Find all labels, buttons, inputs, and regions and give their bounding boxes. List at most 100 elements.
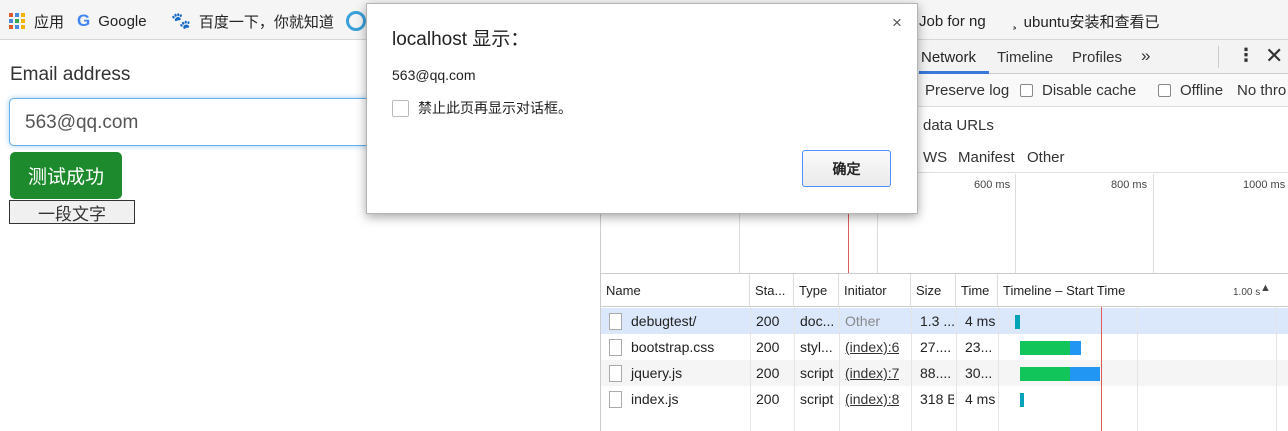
close-devtools-icon[interactable]: ✕	[1265, 43, 1283, 69]
row-size: 88....	[920, 365, 952, 381]
row-time: 23...	[965, 339, 993, 355]
row-type: script	[800, 391, 834, 407]
disable-cache-option[interactable]: Disable cache	[1020, 82, 1136, 99]
column-status[interactable]: Sta...	[750, 274, 794, 307]
timeline-grid-line	[1137, 307, 1138, 431]
table-row[interactable]: debugtest/ 200 doc... Other 1.3 ... 4 ms	[601, 308, 1288, 334]
throttle-select[interactable]: No thro	[1237, 82, 1286, 99]
ok-button[interactable]: 确定	[802, 150, 891, 187]
row-status: 200	[756, 365, 780, 381]
throttle-label: No thro	[1237, 82, 1287, 99]
ubuntu-site-icon: ¸	[1012, 11, 1018, 30]
column-size[interactable]: Size	[911, 274, 956, 307]
offline-option[interactable]: Offline	[1158, 82, 1223, 99]
column-divider	[911, 307, 912, 431]
suppress-dialogs-label: 禁止此页再显示对话框。	[418, 100, 572, 116]
column-divider	[750, 307, 751, 431]
table-row[interactable]: index.js 200 script (index):8 318 B 4 ms	[601, 386, 1288, 412]
filter-type-other[interactable]: Other	[1027, 149, 1065, 166]
waterfall-bar-download	[1070, 341, 1081, 355]
requests-table: Name Sta... Type Initiator Size Time Tim…	[601, 274, 1288, 431]
row-type: doc...	[800, 313, 835, 329]
bookmark-baidu[interactable]: 🐾 百度一下，你就知道	[171, 9, 334, 33]
browser-window: 应用 G Google 🐾 百度一下，你就知道 Job for ng ¸ ubu…	[0, 0, 1288, 431]
apps-grid-icon	[9, 13, 25, 29]
overview-grid-line	[1015, 174, 1016, 273]
row-initiator-link[interactable]: (index):7	[845, 360, 899, 386]
column-initiator[interactable]: Initiator	[839, 274, 911, 307]
baidu-paw-icon: 🐾	[171, 13, 191, 30]
overview-grid-line	[1153, 174, 1154, 273]
timeline-grid-line	[1276, 307, 1277, 431]
tab-timeline[interactable]: Timeline	[997, 49, 1053, 66]
preserve-log-label: Preserve log	[925, 82, 1010, 99]
row-initiator-link[interactable]: (index):8	[845, 386, 899, 412]
waterfall-bar	[1020, 393, 1024, 407]
row-type: styl...	[800, 339, 833, 355]
circle-site-icon	[346, 11, 366, 31]
row-status: 200	[756, 313, 780, 329]
waterfall-bar-download	[1070, 367, 1100, 381]
google-icon: G	[77, 11, 91, 30]
column-divider	[794, 307, 795, 431]
kebab-menu-icon[interactable]: ⋮	[1237, 45, 1255, 66]
row-type: script	[800, 365, 834, 381]
column-name[interactable]: Name	[601, 274, 750, 307]
email-label: Email address	[10, 64, 131, 85]
bookmark-ubuntu[interactable]: ¸ ubuntu安装和查看已	[1012, 9, 1160, 33]
row-time: 4 ms	[965, 313, 996, 329]
email-input[interactable]: 563@qq.com	[9, 98, 389, 146]
offline-checkbox[interactable]	[1158, 84, 1171, 97]
row-initiator: Other	[845, 313, 881, 329]
bookmark-apps-label: 应用	[34, 13, 65, 31]
bookmark-google[interactable]: G Google	[77, 9, 147, 33]
bookmark-ubuntu-label: ubuntu安装和查看已	[1023, 13, 1160, 31]
dialog-title: localhost 显示：	[392, 29, 530, 50]
bookmark-job-label: Job for ng	[919, 12, 986, 30]
column-time[interactable]: Time	[956, 274, 998, 307]
table-row[interactable]: bootstrap.css 200 styl... (index):6 27..…	[601, 334, 1288, 360]
bookmark-job[interactable]: Job for ng	[919, 9, 986, 33]
suppress-dialogs-checkbox[interactable]	[392, 99, 409, 117]
bookmark-baidu-label: 百度一下，你就知道	[198, 13, 334, 31]
row-size: 318 B	[920, 391, 954, 407]
success-button[interactable]: 测试成功	[10, 152, 122, 199]
sort-ascending-icon: ▲	[1260, 282, 1271, 294]
row-time: 4 ms	[965, 391, 996, 407]
row-name: jquery.js	[631, 365, 683, 381]
column-timeline[interactable]: Timeline – Start Time 1.00 s ▲	[998, 274, 1288, 307]
close-dialog-icon[interactable]: ×	[892, 13, 902, 33]
load-event-line	[1101, 307, 1102, 431]
column-type[interactable]: Type	[794, 274, 839, 307]
offline-label: Offline	[1180, 82, 1224, 99]
disable-cache-label: Disable cache	[1042, 82, 1137, 99]
bookmark-apps[interactable]: 应用	[9, 9, 64, 33]
column-timeline-label: Timeline – Start Time	[1003, 282, 1126, 298]
document-icon	[609, 390, 622, 408]
row-name-cell: jquery.js	[601, 360, 750, 386]
suppress-dialogs-option[interactable]: 禁止此页再显示对话框。	[392, 98, 572, 118]
preserve-log-option[interactable]: Preserve log	[925, 82, 1009, 99]
overview-tick-label: 800 ms	[1111, 179, 1148, 191]
filter-type-ws[interactable]: WS	[923, 149, 947, 166]
filter-type-manifest[interactable]: Manifest	[958, 149, 1015, 166]
column-divider	[839, 307, 840, 431]
overview-tick-label: 600 ms	[974, 179, 1011, 191]
tab-divider	[1218, 46, 1219, 68]
table-row[interactable]: jquery.js 200 script (index):7 88.... 30…	[601, 360, 1288, 386]
text-button[interactable]: 一段文字	[9, 200, 135, 225]
row-initiator-link[interactable]: (index):6	[845, 334, 899, 360]
bookmark-circle[interactable]	[346, 9, 366, 33]
row-name: bootstrap.css	[631, 339, 715, 355]
dialog-message: 563@qq.com	[392, 67, 476, 83]
disable-cache-checkbox[interactable]	[1020, 84, 1033, 97]
row-name-cell: debugtest/	[601, 308, 750, 334]
overview-tick-label: 1000 ms	[1243, 179, 1286, 191]
row-name-cell: index.js	[601, 386, 750, 412]
more-tabs-icon[interactable]: »	[1141, 46, 1150, 66]
hide-data-urls-label[interactable]: data URLs	[923, 117, 994, 134]
row-status: 200	[756, 391, 780, 407]
waterfall-bar-waiting	[1020, 367, 1070, 381]
tab-network[interactable]: Network	[921, 49, 976, 66]
tab-profiles[interactable]: Profiles	[1072, 49, 1122, 66]
